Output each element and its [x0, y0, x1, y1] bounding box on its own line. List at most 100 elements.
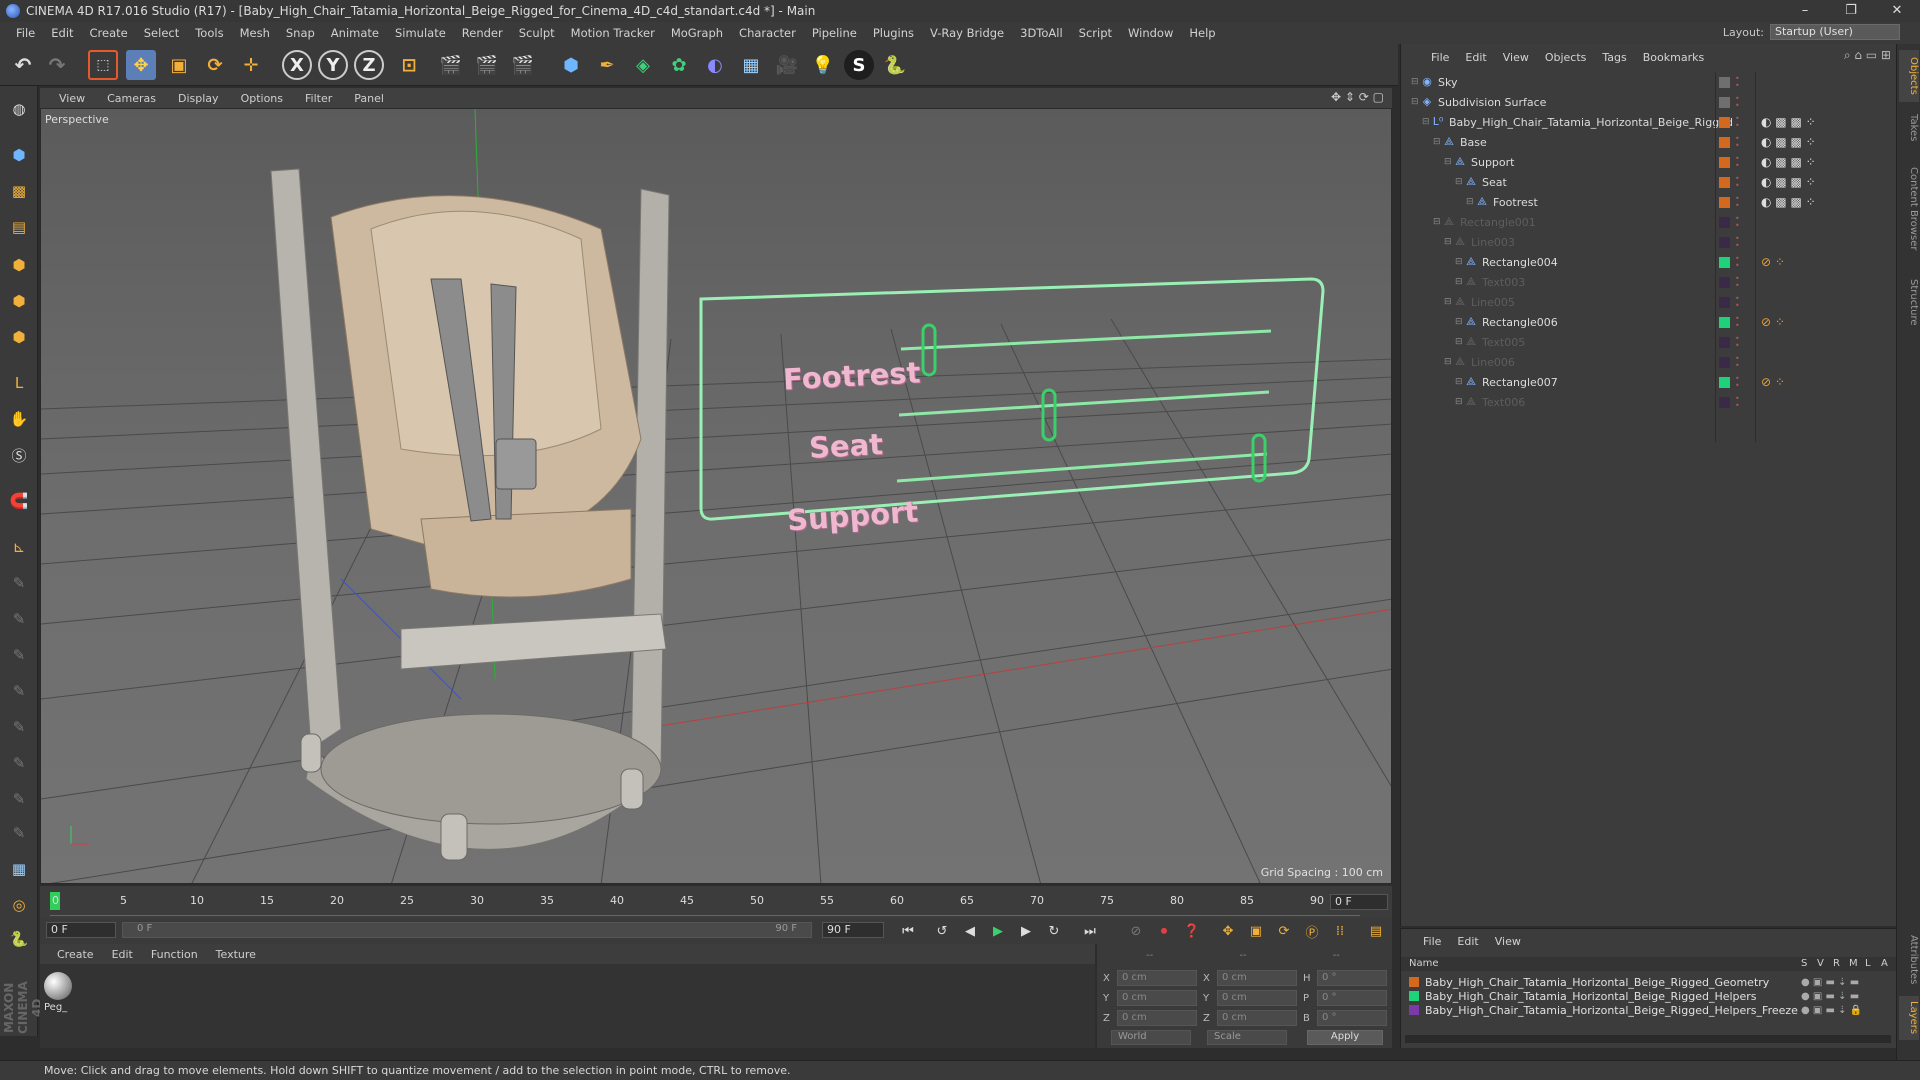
visibility-dots-icon[interactable]: • •: [1735, 95, 1741, 110]
object-row[interactable]: ⊟ ⟁ Footrest • • ◐ ▩ ▩ ⁘: [1401, 192, 1897, 212]
object-row[interactable]: ⊟ L⁰ Baby_High_Chair_Tatamia_Horizontal_Be…: [1401, 112, 1897, 132]
layer-color-swatch[interactable]: [1719, 96, 1730, 108]
autokey-icon[interactable]: ⏺: [1154, 922, 1174, 940]
axis-mode-icon[interactable]: L: [4, 368, 34, 398]
menu-edit[interactable]: Edit: [43, 26, 81, 40]
layout-dropdown[interactable]: Startup (User): [1770, 24, 1900, 40]
position-z-field[interactable]: 0 cm: [1117, 1010, 1197, 1026]
visibility-dots-icon[interactable]: • •: [1735, 115, 1741, 130]
layer-flags-icon[interactable]: ● ▣ ▬ ⇣ 🔒: [1801, 1005, 1862, 1016]
menu-script[interactable]: Script: [1071, 26, 1120, 40]
scale-tool-icon[interactable]: ▣: [164, 50, 194, 80]
key-scale-icon[interactable]: ▣: [1246, 922, 1266, 940]
layer-color-swatch[interactable]: [1719, 256, 1730, 268]
key-position-icon[interactable]: ✥: [1218, 922, 1238, 940]
visibility-dots-icon[interactable]: • •: [1735, 335, 1741, 350]
sculpt-inflate-icon[interactable]: ✎: [4, 712, 34, 742]
layer-color-swatch[interactable]: [1719, 296, 1730, 308]
model-mode-icon[interactable]: ⬢: [4, 140, 34, 170]
expand-toggle-icon[interactable]: ⊟: [1455, 177, 1465, 187]
timeline-ruler[interactable]: 0 5 10 15 20 25 30 35 40 45 50 55 60 65 …: [50, 892, 1360, 916]
object-row[interactable]: ⊟ ⟁ Support • • ◐ ▩ ▩ ⁘: [1401, 152, 1897, 172]
expand-toggle-icon[interactable]: ⊟: [1455, 337, 1465, 347]
menu-create[interactable]: Create: [82, 26, 136, 40]
object-row[interactable]: ⊟ ⟁ Rectangle006 • • ⊘ ⁘: [1401, 312, 1897, 332]
start-frame-field[interactable]: 0 F: [46, 922, 116, 938]
size-y-field[interactable]: 0 cm: [1217, 990, 1297, 1006]
tab-attributes[interactable]: Attributes: [1899, 928, 1919, 992]
python-icon[interactable]: 🐍: [880, 50, 910, 80]
menu-animate[interactable]: Animate: [323, 26, 387, 40]
menu-help[interactable]: Help: [1181, 26, 1223, 40]
key-parameter-icon[interactable]: Ⓟ: [1302, 922, 1322, 941]
object-tags-icon[interactable]: ◐ ▩ ▩ ⁘: [1761, 155, 1816, 169]
visibility-dots-icon[interactable]: • •: [1735, 255, 1741, 270]
vray-icon[interactable]: S: [844, 50, 874, 80]
expand-toggle-icon[interactable]: ⊟: [1455, 257, 1465, 267]
expand-toggle-icon[interactable]: ⊟: [1455, 277, 1465, 287]
material-swatch[interactable]: Peg_: [44, 972, 76, 1018]
viewport-menu-filter[interactable]: Filter: [294, 92, 343, 105]
menu-select[interactable]: Select: [136, 26, 187, 40]
visibility-dots-icon[interactable]: • •: [1735, 355, 1741, 370]
viewport-menu-view[interactable]: View: [48, 92, 96, 105]
material-menu-edit[interactable]: Edit: [103, 948, 142, 961]
rig-controller-panel[interactable]: [699, 277, 1325, 521]
next-frame-icon[interactable]: ▶: [1016, 922, 1036, 940]
previous-frame-icon[interactable]: ◀: [960, 922, 980, 940]
layer-row[interactable]: Baby_High_Chair_Tatamia_Horizontal_Beige…: [1409, 1003, 1895, 1017]
menu-simulate[interactable]: Simulate: [387, 26, 454, 40]
visibility-dots-icon[interactable]: • •: [1735, 235, 1741, 250]
expand-toggle-icon[interactable]: ⊟: [1444, 297, 1454, 307]
menu-file[interactable]: File: [8, 26, 43, 40]
workplane-icon[interactable]: ⊾: [4, 532, 34, 562]
tweak-mode-icon[interactable]: ✋: [4, 404, 34, 434]
layer-flags-icon[interactable]: ● ▣ ▬ ⇣ ▬: [1801, 977, 1859, 988]
rotation-p-field[interactable]: 0 °: [1317, 990, 1387, 1006]
viewport-menu-options[interactable]: Options: [230, 92, 294, 105]
current-frame-field[interactable]: 0 F: [1330, 894, 1388, 910]
visibility-dots-icon[interactable]: • •: [1735, 155, 1741, 170]
object-row[interactable]: ⊟ ⟁ Line005 • •: [1401, 292, 1897, 312]
visibility-dots-icon[interactable]: • •: [1735, 315, 1741, 330]
sculpt-smooth-icon[interactable]: ✎: [4, 640, 34, 670]
menu-mograph[interactable]: MoGraph: [663, 26, 731, 40]
expand-toggle-icon[interactable]: ⊟: [1422, 117, 1432, 127]
layer-color-swatch[interactable]: [1719, 116, 1730, 128]
expand-toggle-icon[interactable]: ⊟: [1444, 357, 1454, 367]
layer-color-swatch[interactable]: [1719, 136, 1730, 148]
menu-pipeline[interactable]: Pipeline: [804, 26, 865, 40]
object-tags-icon[interactable]: ◐ ▩ ▩ ⁘: [1761, 195, 1816, 209]
points-mode-icon[interactable]: ⬢: [4, 250, 34, 280]
expand-toggle-icon[interactable]: ⊟: [1444, 237, 1454, 247]
menu-vray-bridge[interactable]: V-Ray Bridge: [922, 26, 1012, 40]
apply-button[interactable]: Apply: [1307, 1030, 1383, 1045]
sculpt-brush-icon[interactable]: ✎: [4, 568, 34, 598]
polygons-mode-icon[interactable]: ⬢: [4, 322, 34, 352]
coordinate-system-icon[interactable]: ⊡: [394, 50, 424, 80]
go-to-end-icon[interactable]: ⏭: [1080, 922, 1100, 940]
objects-menu-tags[interactable]: Tags: [1594, 51, 1634, 64]
tab-objects[interactable]: Objects: [1899, 50, 1919, 102]
x-axis-lock-button[interactable]: X: [282, 50, 312, 80]
rotation-b-field[interactable]: 0 °: [1317, 1010, 1387, 1026]
visibility-dots-icon[interactable]: • •: [1735, 295, 1741, 310]
objects-menu-objects[interactable]: Objects: [1537, 51, 1595, 64]
layer-menu-edit[interactable]: Edit: [1457, 935, 1478, 948]
object-row[interactable]: ⊟ ⟁ Text003 • •: [1401, 272, 1897, 292]
object-tags-icon[interactable]: ◐ ▩ ▩ ⁘: [1761, 175, 1816, 189]
layer-color-swatch[interactable]: [1719, 396, 1730, 408]
keyframe-selection-icon[interactable]: ❓: [1182, 922, 1202, 940]
workplane-mode-icon[interactable]: ▤: [4, 212, 34, 242]
render-view-icon[interactable]: 🎬: [436, 50, 466, 80]
frame-range-slider[interactable]: 0 F 90 F: [122, 922, 812, 938]
pen-spline-icon[interactable]: ✒: [592, 50, 622, 80]
object-tags-icon[interactable]: ⊘ ⁘: [1761, 315, 1785, 329]
visibility-dots-icon[interactable]: • •: [1735, 395, 1741, 410]
render-settings-icon[interactable]: 🎬: [508, 50, 538, 80]
timeline[interactable]: 0 5 10 15 20 25 30 35 40 45 50 55 60 65 …: [40, 886, 1392, 922]
minimize-button[interactable]: –: [1782, 0, 1828, 22]
menu-plugins[interactable]: Plugins: [865, 26, 922, 40]
expand-toggle-icon[interactable]: ⊟: [1466, 197, 1476, 207]
layer-row[interactable]: Baby_High_Chair_Tatamia_Horizontal_Beige…: [1409, 975, 1895, 989]
